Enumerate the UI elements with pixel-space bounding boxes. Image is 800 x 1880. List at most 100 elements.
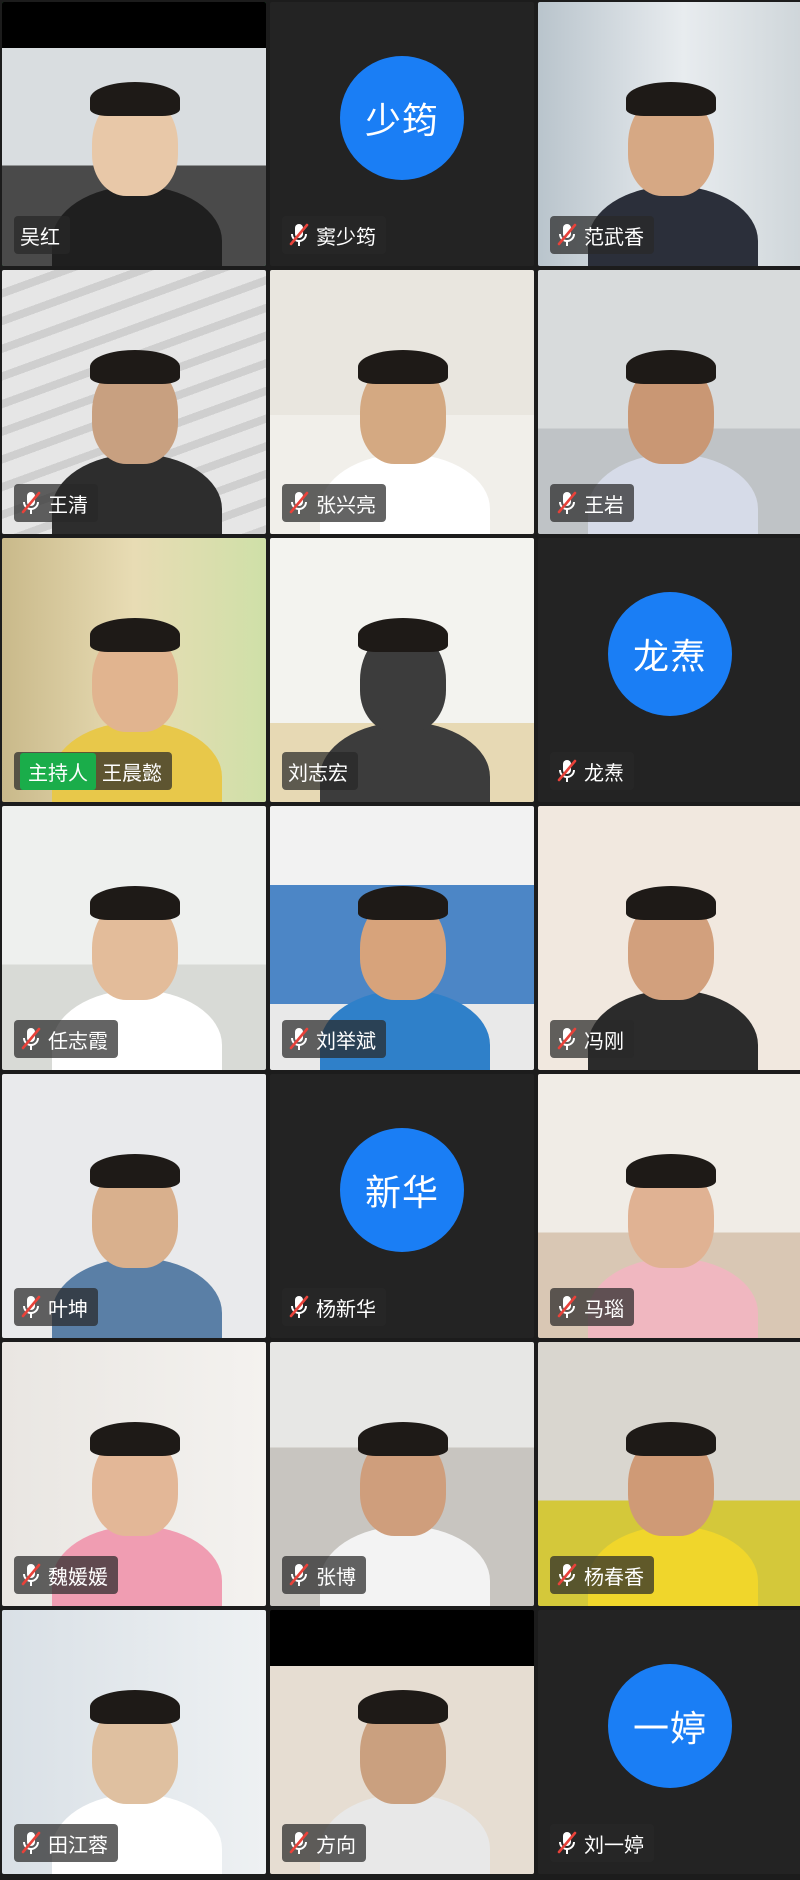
participant-name-label: 王岩 xyxy=(550,484,634,522)
participant-name: 龙焘 xyxy=(584,760,624,785)
participant-tile[interactable]: 任志霞 xyxy=(2,806,266,1070)
participant-tile[interactable]: 刘举斌 xyxy=(270,806,534,1070)
mic-muted-icon xyxy=(288,1562,310,1588)
participant-name-label: 叶坤 xyxy=(14,1288,98,1326)
person-shape xyxy=(358,886,448,920)
participant-name-label: 冯刚 xyxy=(550,1020,634,1058)
person-shape xyxy=(358,618,448,652)
mic-muted-icon xyxy=(20,1830,42,1856)
participant-tile[interactable]: 王清 xyxy=(2,270,266,534)
participant-name-label: 王清 xyxy=(14,484,98,522)
participant-name-label: 田江蓉 xyxy=(14,1824,118,1862)
participant-name: 马瑙 xyxy=(584,1296,624,1321)
avatar: 新华 xyxy=(340,1128,464,1253)
participant-name: 刘一婷 xyxy=(584,1832,644,1857)
participant-name-label: 杨新华 xyxy=(282,1288,386,1326)
participant-name: 王清 xyxy=(48,492,88,517)
participant-tile[interactable]: 张兴亮 xyxy=(270,270,534,534)
participant-tile[interactable]: 田江蓉 xyxy=(2,1610,266,1874)
participant-tile[interactable]: 龙焘 龙焘 xyxy=(538,538,800,802)
participant-tile[interactable]: 杨春香 xyxy=(538,1342,800,1606)
participant-name-label: 主持人 王晨懿 xyxy=(14,752,172,790)
person-shape xyxy=(626,1154,716,1188)
mic-muted-icon xyxy=(288,1294,310,1320)
avatar: 龙焘 xyxy=(608,592,732,717)
person-shape xyxy=(626,82,716,116)
mic-muted-icon xyxy=(288,490,310,516)
mic-muted-icon xyxy=(556,1294,578,1320)
mic-muted-icon xyxy=(288,1830,310,1856)
person-shape xyxy=(90,1422,180,1456)
participant-name-label: 魏媛媛 xyxy=(14,1556,118,1594)
participant-name-label: 刘志宏 xyxy=(282,752,358,790)
participant-name: 张博 xyxy=(316,1564,356,1589)
participant-tile[interactable]: 一婷 刘一婷 xyxy=(538,1610,800,1874)
participant-tile[interactable]: 张博 xyxy=(270,1342,534,1606)
person-shape xyxy=(358,1690,448,1724)
avatar: 少筠 xyxy=(340,56,464,181)
participant-name: 杨新华 xyxy=(316,1296,376,1321)
participant-name-label: 刘一婷 xyxy=(550,1824,654,1862)
participant-name: 冯刚 xyxy=(584,1028,624,1053)
participant-name: 张兴亮 xyxy=(316,492,376,517)
person-shape xyxy=(358,350,448,384)
person-shape xyxy=(626,350,716,384)
participant-name: 魏媛媛 xyxy=(48,1564,108,1589)
participant-name: 王岩 xyxy=(584,492,624,517)
mic-muted-icon xyxy=(556,1562,578,1588)
mic-muted-icon xyxy=(556,222,578,248)
mic-muted-icon xyxy=(20,1294,42,1320)
participant-name: 王晨懿 xyxy=(102,760,162,785)
participant-name-label: 范武香 xyxy=(550,216,654,254)
mic-muted-icon xyxy=(288,222,310,248)
person-shape xyxy=(90,1154,180,1188)
participant-name: 任志霞 xyxy=(48,1028,108,1053)
mic-muted-icon xyxy=(20,490,42,516)
participant-name: 杨春香 xyxy=(584,1564,644,1589)
participant-tile[interactable]: 王岩 xyxy=(538,270,800,534)
participant-tile[interactable]: 方向 xyxy=(270,1610,534,1874)
participant-name: 方向 xyxy=(316,1832,356,1857)
participant-tile[interactable]: 叶坤 xyxy=(2,1074,266,1338)
participant-name: 田江蓉 xyxy=(48,1832,108,1857)
mic-muted-icon xyxy=(20,1026,42,1052)
person-shape xyxy=(90,1690,180,1724)
participant-name-label: 方向 xyxy=(282,1824,366,1862)
participant-name-label: 刘举斌 xyxy=(282,1020,386,1058)
video-grid: 吴红 少筠 窦少筠 范武香 王清 张兴亮 王岩主持人 王晨懿 刘志宏 龙焘 龙焘 任志霞 xyxy=(0,0,800,1880)
person-shape xyxy=(90,82,180,116)
person-shape xyxy=(358,1422,448,1456)
mic-muted-icon xyxy=(556,490,578,516)
participant-name-label: 吴红 xyxy=(14,216,70,254)
person-shape xyxy=(90,350,180,384)
participant-tile[interactable]: 主持人 王晨懿 xyxy=(2,538,266,802)
participant-name-label: 任志霞 xyxy=(14,1020,118,1058)
participant-name-label: 龙焘 xyxy=(550,752,634,790)
participant-name-label: 马瑙 xyxy=(550,1288,634,1326)
host-badge: 主持人 xyxy=(20,752,96,790)
participant-name: 吴红 xyxy=(20,224,60,249)
participant-tile[interactable]: 刘志宏 xyxy=(270,538,534,802)
participant-name-label: 窦少筠 xyxy=(282,216,386,254)
participant-name: 刘志宏 xyxy=(288,760,348,785)
mic-muted-icon xyxy=(20,1562,42,1588)
participant-name-label: 张博 xyxy=(282,1556,366,1594)
participant-tile[interactable]: 少筠 窦少筠 xyxy=(270,2,534,266)
participant-name-label: 张兴亮 xyxy=(282,484,386,522)
person-shape xyxy=(90,886,180,920)
person-shape xyxy=(626,886,716,920)
mic-muted-icon xyxy=(556,758,578,784)
participant-name: 刘举斌 xyxy=(316,1028,376,1053)
participant-tile[interactable]: 冯刚 xyxy=(538,806,800,1070)
participant-name-label: 杨春香 xyxy=(550,1556,654,1594)
participant-name: 叶坤 xyxy=(48,1296,88,1321)
participant-tile[interactable]: 魏媛媛 xyxy=(2,1342,266,1606)
participant-tile[interactable]: 吴红 xyxy=(2,2,266,266)
mic-muted-icon xyxy=(556,1830,578,1856)
avatar: 一婷 xyxy=(608,1664,732,1789)
participant-tile[interactable]: 马瑙 xyxy=(538,1074,800,1338)
participant-tile[interactable]: 范武香 xyxy=(538,2,800,266)
participant-tile[interactable]: 新华 杨新华 xyxy=(270,1074,534,1338)
person-shape xyxy=(626,1422,716,1456)
participant-name: 窦少筠 xyxy=(316,224,376,249)
